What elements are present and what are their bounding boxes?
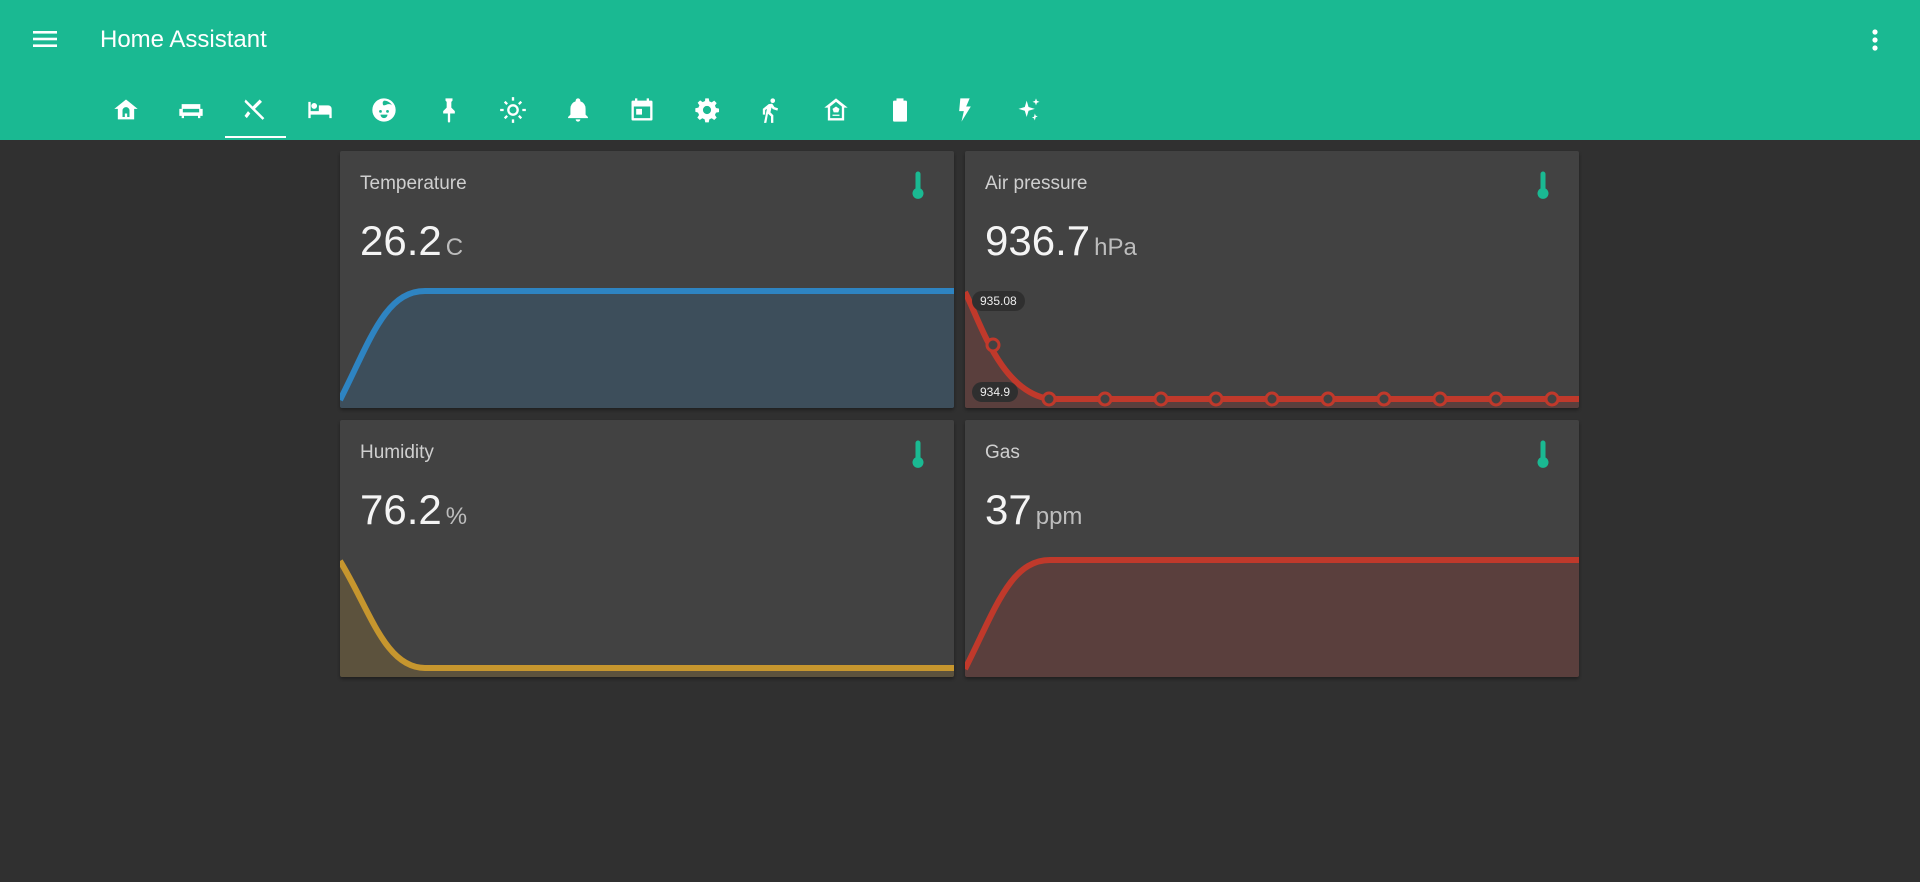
- sensor-unit: ppm: [1035, 503, 1083, 530]
- brightness-icon: [500, 97, 527, 123]
- menu-icon[interactable]: [28, 26, 62, 52]
- thermometer-icon: [912, 440, 924, 468]
- sensor-unit: %: [445, 503, 468, 530]
- baby-face-icon: [372, 98, 396, 122]
- sensor-card-humidity[interactable]: Humidity 76.2%: [340, 420, 954, 677]
- tab-living-room[interactable]: [159, 86, 224, 140]
- tab-battery[interactable]: [868, 86, 933, 140]
- tab-scenes[interactable]: [997, 86, 1062, 140]
- sensor-value: 37 ppm: [985, 486, 1083, 533]
- calendar-icon: [631, 98, 653, 121]
- thermometer-icon: [1537, 171, 1549, 199]
- app-header: Home Assistant: [0, 0, 1920, 140]
- walk-icon: [763, 98, 779, 123]
- tab-lights[interactable]: [481, 86, 546, 140]
- sofa-icon: [179, 104, 203, 119]
- tab-settings[interactable]: [675, 86, 740, 140]
- app-title: Home Assistant: [100, 26, 267, 53]
- card-name: Temperature: [360, 173, 467, 194]
- tab-alerts[interactable]: [546, 86, 611, 140]
- sensor-card-air-pressure[interactable]: Air pressure 936.7 hPa 935.08 934.9: [965, 151, 1579, 408]
- settings-icon: [695, 98, 719, 123]
- pin-icon: [442, 98, 455, 123]
- tab-motion[interactable]: [739, 86, 804, 140]
- tab-energy[interactable]: [933, 86, 998, 140]
- home-icon: [114, 99, 138, 120]
- view-tabs: [94, 86, 1062, 140]
- tab-bedroom[interactable]: [288, 86, 353, 140]
- sparkles-icon: [1018, 98, 1040, 121]
- bed-icon: [308, 101, 332, 119]
- tab-pinned[interactable]: [417, 86, 482, 140]
- sensor-unit: hPa: [1094, 234, 1137, 261]
- flash-icon: [958, 98, 971, 122]
- sensor-value: 76.2%: [360, 486, 468, 533]
- tab-home[interactable]: [94, 86, 159, 140]
- tab-calendar[interactable]: [610, 86, 675, 140]
- graph-min-label: 934.9: [972, 382, 1019, 402]
- card-name: Humidity: [360, 442, 434, 463]
- graph-max-label: 935.08: [972, 291, 1025, 311]
- home-automation-icon: [824, 98, 848, 121]
- card-name: Air pressure: [985, 173, 1088, 194]
- sensor-unit: C: [445, 234, 464, 261]
- battery-icon: [893, 98, 908, 122]
- thermometer-icon: [1537, 440, 1549, 468]
- tab-kitchen[interactable]: [223, 86, 288, 140]
- tab-automation[interactable]: [804, 86, 869, 140]
- card-name: Gas: [985, 442, 1020, 463]
- sensor-value: 936.7 hPa: [985, 217, 1137, 264]
- sensor-card-temperature[interactable]: Temperature 26.2 C: [340, 151, 954, 408]
- silverware-icon: [244, 99, 265, 120]
- tab-nursery[interactable]: [352, 86, 417, 140]
- bell-icon: [567, 98, 588, 122]
- thermometer-icon: [912, 171, 924, 199]
- sensor-value: 26.2 C: [360, 217, 464, 264]
- sensor-card-gas[interactable]: Gas 37 ppm: [965, 420, 1579, 677]
- gas-graph: [965, 557, 1579, 677]
- more-vertical-icon[interactable]: [1860, 24, 1890, 56]
